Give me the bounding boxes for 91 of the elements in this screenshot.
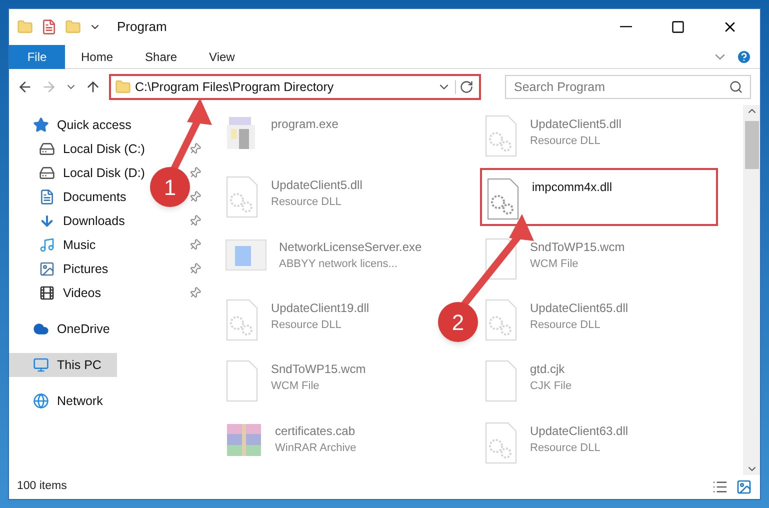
refresh-icon[interactable] xyxy=(455,80,475,94)
window-title: Program xyxy=(117,18,167,36)
new-folder-icon xyxy=(65,19,81,35)
file-name: certificates.cab xyxy=(275,422,356,440)
scroll-thumb[interactable] xyxy=(744,121,758,169)
file-type: Resource DLL xyxy=(530,318,602,333)
star-icon xyxy=(33,117,49,133)
film-icon xyxy=(39,285,55,301)
file-type: Resource DLL xyxy=(271,195,342,210)
folder-icon xyxy=(17,19,33,35)
help-icon[interactable] xyxy=(736,48,752,64)
file-name: SndToWP15.wcm xyxy=(530,238,625,256)
ribbon-tab[interactable]: Share xyxy=(129,44,194,68)
file-item[interactable]: UpdateClient5.dll Resource DLL xyxy=(480,107,626,165)
file-type: WCM File xyxy=(271,379,320,394)
gear-file-icon xyxy=(225,298,259,341)
file-item[interactable]: UpdateClient63.dll Resource DLL xyxy=(480,414,632,472)
file-icon xyxy=(484,360,518,402)
cloud-icon xyxy=(33,321,49,337)
file-item[interactable]: NetworkLicenseServer.exe ABBYY network licens... xyxy=(221,230,426,288)
gear-file-icon xyxy=(486,178,520,220)
archive-icon xyxy=(225,422,263,458)
picture-icon xyxy=(39,261,55,277)
sidebar-item[interactable]: Documents xyxy=(35,185,130,209)
ribbon-tab[interactable]: View xyxy=(193,44,251,68)
sidebar-item[interactable]: Downloads xyxy=(35,209,129,233)
file-name: NetworkLicenseServer.exe xyxy=(279,238,422,256)
file-item[interactable]: gtd.cjk CJK File xyxy=(480,352,576,410)
file-type: WCM File xyxy=(530,256,580,272)
file-icon xyxy=(484,238,518,280)
address-path: C:\Program Files\Program Directory xyxy=(135,78,335,96)
address-bar[interactable]: C:\Program Files\Program Directory xyxy=(109,74,481,100)
file-name: UpdateClient19.dll xyxy=(271,300,370,317)
up-button[interactable] xyxy=(85,79,101,95)
folder-icon xyxy=(115,79,131,95)
sidebar-item[interactable]: Pictures xyxy=(35,257,112,281)
large-icons-view-icon[interactable] xyxy=(736,479,752,495)
search-field[interactable]: Search Program xyxy=(505,75,751,99)
drive-icon xyxy=(39,165,55,181)
file-name: impcomm4x.dll xyxy=(532,179,612,196)
sidebar-item[interactable]: Quick access xyxy=(29,113,136,137)
file-name: UpdateClient63.dll xyxy=(530,422,628,440)
file-type: Resource DLL xyxy=(530,134,602,149)
sidebar-item[interactable]: Videos xyxy=(35,281,105,305)
window-icon xyxy=(225,238,267,272)
file-name: SndToWP15.wcm xyxy=(271,361,366,378)
details-view-icon[interactable] xyxy=(712,479,728,495)
back-button[interactable] xyxy=(17,79,33,95)
scrollbar[interactable] xyxy=(743,105,760,475)
minimize-icon xyxy=(620,26,632,28)
file-item[interactable]: UpdateClient65.dll Resource DLL xyxy=(480,290,632,349)
file-item[interactable]: UpdateClient5.dll Resource DLL xyxy=(221,168,366,226)
sidebar-item[interactable]: Local Disk (C:) xyxy=(35,137,149,161)
file-item[interactable]: UpdateClient19.dll Resource DLL xyxy=(221,290,374,349)
file-name: UpdateClient5.dll xyxy=(271,177,362,194)
file-item[interactable]: impcomm4x.dll xyxy=(480,168,718,226)
monitor-icon xyxy=(33,357,49,373)
file-type: WinRAR Archive xyxy=(275,440,356,456)
file-name: UpdateClient65.dll xyxy=(530,300,628,317)
gear-file-icon xyxy=(484,422,518,464)
gear-file-icon xyxy=(484,298,518,341)
file-item[interactable]: program.exe xyxy=(221,107,342,165)
document-icon xyxy=(39,189,55,205)
ribbon-tab[interactable]: Home xyxy=(65,44,130,68)
file-type: Resource DLL xyxy=(271,318,342,333)
file-type: CJK File xyxy=(530,379,572,394)
sidebar-item[interactable]: Local Disk (D:) xyxy=(35,161,149,185)
drive-icon xyxy=(39,141,55,157)
gear-file-icon xyxy=(484,115,518,157)
music-icon xyxy=(39,237,55,253)
file-name: program.exe xyxy=(271,116,338,133)
download-icon xyxy=(39,213,55,229)
file-icon xyxy=(225,360,259,402)
file-item[interactable]: SndToWP15.wcm WCM File xyxy=(480,230,629,288)
properties-icon xyxy=(41,19,57,35)
file-name: UpdateClient5.dll xyxy=(530,116,622,133)
ribbon-tab[interactable]: File xyxy=(9,44,65,68)
sidebar-item[interactable]: Network xyxy=(29,389,107,413)
sidebar-item[interactable]: Music xyxy=(35,233,100,257)
sidebar-item[interactable]: This PC xyxy=(9,353,117,377)
search-icon xyxy=(729,80,743,94)
file-type: Resource DLL xyxy=(530,440,602,456)
sidebar-item[interactable]: OneDrive xyxy=(29,317,114,341)
item-count: 100 items xyxy=(17,479,67,494)
maximize-icon xyxy=(671,20,685,34)
file-name: gtd.cjk xyxy=(530,361,566,378)
file-type: ABBYY network licens... xyxy=(279,256,398,272)
gear-file-icon xyxy=(225,176,259,218)
file-item[interactable]: SndToWP15.wcm WCM File xyxy=(221,352,370,410)
file-item[interactable]: certificates.cab WinRAR Archive xyxy=(221,414,360,472)
network-icon xyxy=(33,393,49,409)
